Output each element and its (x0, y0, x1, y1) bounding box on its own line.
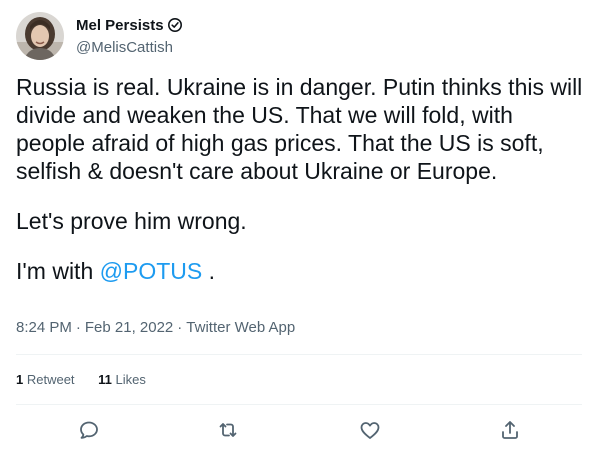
divider (16, 354, 582, 355)
tweet-text: Russia is real. Ukraine is in danger. Pu… (16, 73, 586, 285)
tweet-paragraph: Let's prove him wrong. (16, 208, 247, 234)
tweet-header: Mel Persists @MelisCattish (16, 12, 582, 62)
retweet-icon[interactable] (216, 418, 240, 442)
tweet-paragraph-with-mention: I'm with @POTUS . (16, 257, 586, 285)
tweet-metadata: 8:24 PM · Feb 21, 2022 · Twitter Web App (16, 318, 295, 338)
heart-icon[interactable] (358, 418, 382, 442)
mention-suffix: . (202, 258, 215, 284)
author-block: Mel Persists @MelisCattish (76, 16, 183, 58)
display-name[interactable]: Mel Persists (76, 17, 164, 34)
user-handle[interactable]: @MelisCattish (76, 38, 183, 58)
tweet-paragraph: Russia is real. Ukraine is in danger. Pu… (16, 74, 583, 184)
tweet-stats: 1 Retweet 11 Likes (16, 370, 166, 390)
likes-count: 11 (98, 372, 112, 387)
tweet-date[interactable]: Feb 21, 2022 (85, 319, 173, 336)
meta-separator: · (177, 319, 183, 336)
share-icon[interactable] (498, 418, 522, 442)
mention-prefix: I'm with (16, 258, 100, 284)
tweet-time[interactable]: 8:24 PM (16, 319, 72, 336)
retweets-label: Retweet (23, 372, 75, 387)
likes-stat[interactable]: 11 Likes (98, 370, 146, 390)
avatar[interactable] (16, 12, 64, 60)
reply-icon[interactable] (77, 418, 101, 442)
retweets-stat[interactable]: 1 Retweet (16, 370, 75, 390)
verified-badge-icon (167, 17, 183, 38)
meta-separator: · (75, 319, 81, 336)
likes-label: Likes (111, 372, 146, 387)
user-avatar-photo (16, 12, 64, 60)
tweet-actions (16, 412, 582, 448)
mention-link-potus[interactable]: @POTUS (100, 258, 203, 284)
divider (16, 404, 582, 405)
tweet-source[interactable]: Twitter Web App (186, 319, 295, 336)
